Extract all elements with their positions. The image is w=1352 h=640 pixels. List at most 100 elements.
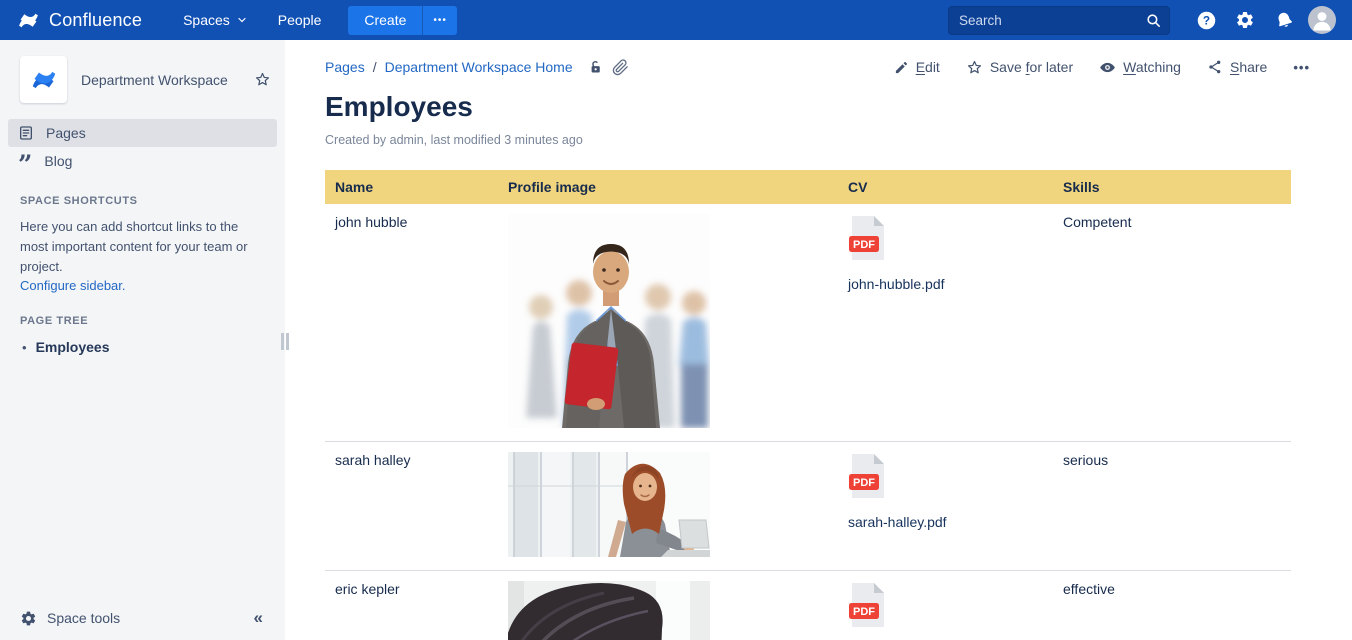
cv-attachment: PDF john-hubble.pdf bbox=[848, 214, 1043, 292]
space-header: Department Workspace bbox=[0, 40, 285, 119]
profile-image-sarah-halley[interactable] bbox=[508, 452, 828, 560]
nav-spaces[interactable]: Spaces bbox=[168, 0, 263, 40]
avatar-icon bbox=[1308, 6, 1336, 34]
table-row: sarah halley PDF sarah-halley.pdf seriou… bbox=[325, 441, 1291, 571]
svg-text:PDF: PDF bbox=[853, 606, 875, 618]
create-button-group: Create ••• bbox=[348, 5, 457, 35]
table-header-row: Name Profile image CV Skills bbox=[325, 170, 1291, 204]
page-tree-heading: PAGE TREE bbox=[20, 315, 89, 327]
sidebar-item-blog[interactable]: ” Blog bbox=[8, 147, 277, 179]
pdf-icon[interactable]: PDF bbox=[848, 452, 888, 503]
sidebar: Department Workspace Pages ” Blog SPACE … bbox=[0, 40, 289, 640]
edit-button[interactable]: Edit bbox=[894, 59, 940, 75]
navbar-right: ? bbox=[948, 5, 1336, 35]
space-name[interactable]: Department Workspace bbox=[81, 72, 240, 88]
create-button[interactable]: Create bbox=[348, 5, 423, 35]
save-for-later-button[interactable]: Save for later bbox=[966, 59, 1073, 76]
unlocked-icon[interactable] bbox=[587, 59, 604, 76]
column-header-name: Name bbox=[325, 170, 498, 204]
share-button[interactable]: Share bbox=[1207, 59, 1267, 75]
navbar-left: Confluence Spaces People Create ••• bbox=[16, 0, 457, 40]
space-tools-button[interactable]: Space tools bbox=[20, 610, 120, 627]
settings-button[interactable] bbox=[1230, 5, 1260, 35]
more-icon: ••• bbox=[1293, 59, 1310, 75]
sidebar-footer: Space tools « bbox=[0, 596, 285, 640]
sidebar-item-label: Blog bbox=[44, 153, 73, 169]
page-tree: • Employees bbox=[0, 327, 285, 355]
space-logo-icon[interactable] bbox=[20, 56, 67, 103]
nav-people-label: People bbox=[277, 12, 322, 28]
page-content: Pages / Department Workspace Home Edit S… bbox=[285, 40, 1352, 640]
star-outline-icon bbox=[966, 59, 983, 76]
pdf-icon[interactable]: PDF bbox=[848, 581, 888, 632]
page-actions: Edit Save for later Watching Share ••• bbox=[894, 59, 1310, 76]
eye-icon bbox=[1099, 59, 1116, 76]
share-icon bbox=[1207, 59, 1223, 75]
column-header-profile-image: Profile image bbox=[498, 170, 838, 204]
cv-filename-link[interactable]: sarah-halley.pdf bbox=[848, 514, 1043, 530]
breadcrumb-pages[interactable]: Pages bbox=[325, 59, 365, 75]
sidebar-item-pages[interactable]: Pages bbox=[8, 119, 277, 147]
svg-text:?: ? bbox=[1202, 13, 1209, 27]
more-actions-button[interactable]: ••• bbox=[1293, 60, 1310, 75]
space-shortcuts-heading: SPACE SHORTCUTS bbox=[20, 195, 138, 207]
employee-skills: Competent bbox=[1063, 214, 1132, 230]
user-avatar[interactable] bbox=[1308, 6, 1336, 34]
page-title: Employees bbox=[325, 91, 473, 122]
employee-skills: effective bbox=[1053, 570, 1291, 640]
space-tools-label: Space tools bbox=[47, 610, 121, 626]
notifications-button[interactable] bbox=[1269, 5, 1299, 35]
cv-filename-link[interactable]: john-hubble.pdf bbox=[848, 276, 1043, 292]
breadcrumb-separator: / bbox=[372, 59, 377, 75]
pages-icon bbox=[18, 125, 34, 141]
save-for-later-label: Save for later bbox=[989, 59, 1074, 75]
employees-table: Name Profile image CV Skills john hubble bbox=[325, 170, 1291, 640]
cv-attachment: PDF eric-kepler.pdf bbox=[848, 581, 1043, 640]
table-row: eric kepler PDF effective bbox=[325, 570, 1291, 640]
breadcrumb-workspace-home[interactable]: Department Workspace Home bbox=[385, 59, 573, 75]
employee-name: john hubble bbox=[335, 214, 408, 230]
profile-image-john-hubble[interactable] bbox=[508, 214, 828, 431]
search-input[interactable] bbox=[948, 5, 1170, 35]
watching-label: Watching bbox=[1123, 59, 1181, 75]
pencil-icon bbox=[894, 60, 909, 75]
nav-people[interactable]: People bbox=[263, 0, 337, 40]
collapse-sidebar-button[interactable]: « bbox=[248, 608, 269, 628]
page-tree-item: • Employees bbox=[22, 339, 265, 355]
attachments-icon[interactable] bbox=[612, 58, 629, 76]
tree-bullet: • bbox=[22, 339, 27, 355]
confluence-home-link[interactable]: Confluence bbox=[16, 8, 142, 33]
space-navigation: Pages ” Blog bbox=[0, 119, 285, 179]
cv-attachment: PDF sarah-halley.pdf bbox=[848, 452, 1043, 530]
blog-icon: ” bbox=[18, 150, 33, 179]
content-header-row: Pages / Department Workspace Home Edit S… bbox=[325, 56, 1310, 78]
pdf-icon[interactable]: PDF bbox=[848, 214, 888, 265]
sidebar-item-label: Pages bbox=[46, 125, 86, 141]
page-tree-link-employees[interactable]: Employees bbox=[36, 339, 110, 355]
employee-name: eric kepler bbox=[325, 570, 498, 640]
favorite-space-button[interactable] bbox=[254, 71, 271, 88]
nav-spaces-label: Spaces bbox=[183, 12, 230, 28]
top-navbar: Confluence Spaces People Create ••• Sear… bbox=[0, 0, 1352, 40]
svg-text:PDF: PDF bbox=[853, 477, 875, 489]
gear-icon bbox=[20, 610, 37, 627]
help-icon: ? bbox=[1196, 10, 1217, 31]
chevron-down-icon bbox=[236, 14, 248, 26]
confluence-app: Confluence Spaces People Create ••• Sear… bbox=[0, 0, 1352, 640]
watching-button[interactable]: Watching bbox=[1099, 59, 1181, 76]
configure-sidebar-link[interactable]: Configure sidebar. bbox=[0, 278, 146, 293]
employee-skills: serious bbox=[1053, 441, 1291, 571]
gear-icon bbox=[1235, 10, 1255, 30]
profile-image-eric-kepler[interactable] bbox=[508, 581, 828, 640]
column-header-skills: Skills bbox=[1053, 170, 1291, 204]
breadcrumb-icons bbox=[587, 58, 629, 76]
help-button[interactable]: ? bbox=[1191, 5, 1221, 35]
sidebar-resize-handle[interactable] bbox=[281, 333, 291, 351]
breadcrumb: Pages / Department Workspace Home bbox=[325, 58, 629, 76]
bell-icon bbox=[1274, 10, 1295, 31]
edit-label: Edit bbox=[915, 59, 940, 75]
confluence-logo-icon bbox=[16, 8, 41, 33]
create-more-button[interactable]: ••• bbox=[422, 5, 457, 35]
search-icon[interactable] bbox=[1145, 12, 1162, 34]
brand-name: Confluence bbox=[49, 9, 143, 30]
